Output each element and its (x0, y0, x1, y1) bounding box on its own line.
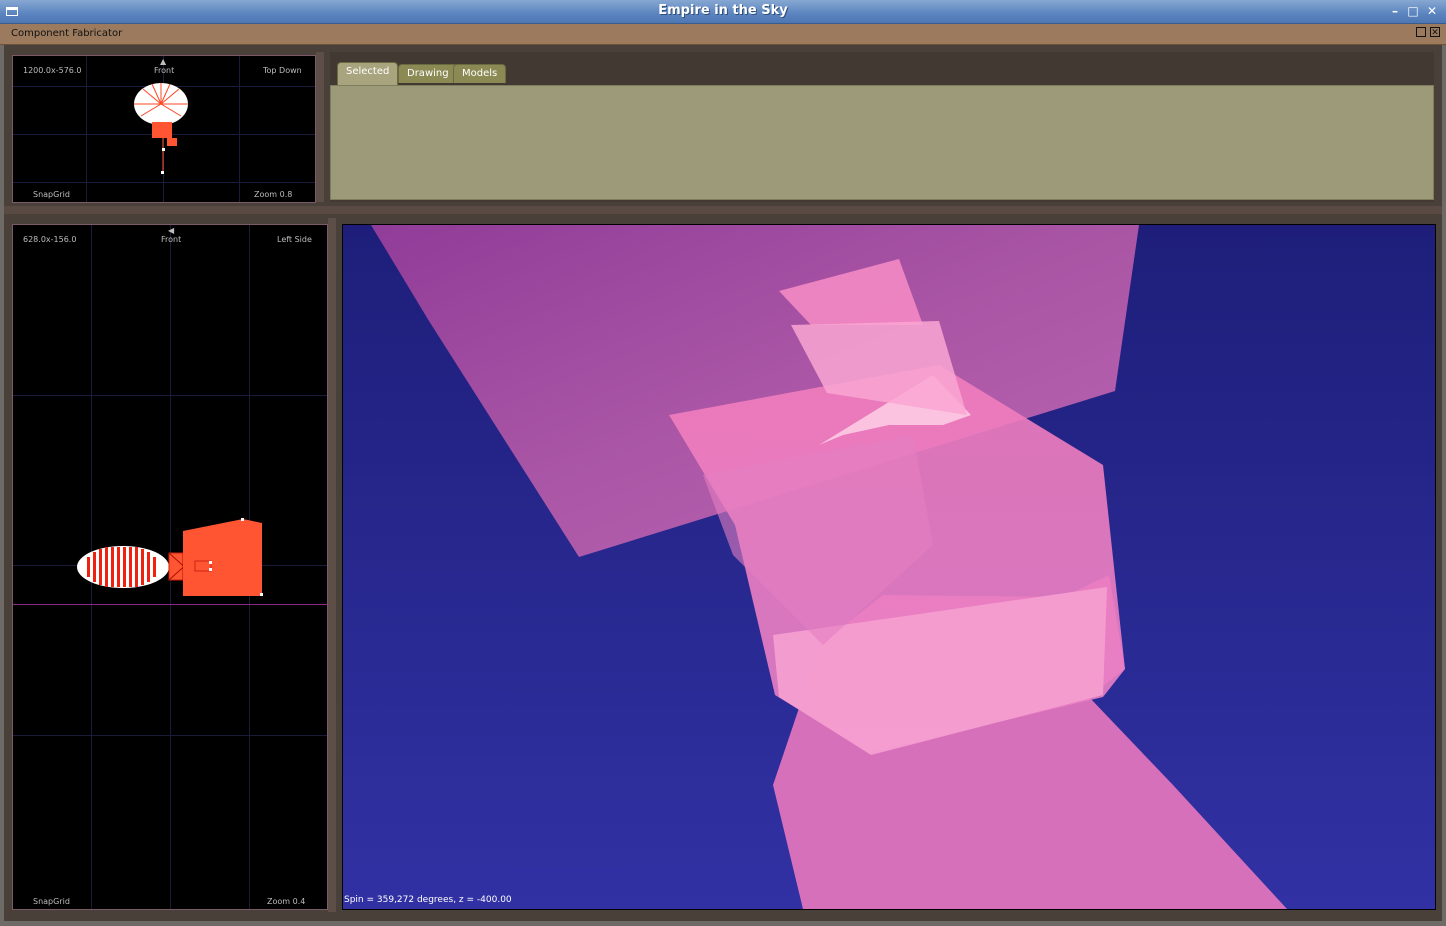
properties-panel: Selected Drawing Models (330, 52, 1434, 202)
viewport-status: Spin = 359,272 degrees, z = -400.00 (344, 895, 512, 905)
tab-selected[interactable]: Selected (337, 62, 399, 85)
inner-close-icon[interactable]: ✕ (1430, 27, 1440, 38)
3d-viewport[interactable] (342, 224, 1436, 910)
top-down-view[interactable]: 1200.0x-576.0 ▲ Front Top Down SnapGrid … (12, 55, 316, 203)
close-icon[interactable]: ✕ (1425, 4, 1439, 18)
top-view-model (134, 83, 188, 174)
inner-window-title: Component Fabricator (11, 28, 123, 39)
tab-models[interactable]: Models (453, 64, 507, 83)
side-view-model (77, 518, 263, 596)
window-title: Empire in the Sky (658, 3, 788, 18)
tab-drawing[interactable]: Drawing (398, 64, 458, 83)
inner-maximize-icon[interactable] (1416, 27, 1426, 37)
top-splitter[interactable] (316, 52, 324, 202)
3d-model-render (343, 225, 1435, 909)
tab-content-area (330, 85, 1434, 200)
maximize-icon[interactable]: □ (1406, 4, 1420, 18)
inner-window-titlebar[interactable]: Component Fabricator ✕ (0, 24, 1446, 45)
minimize-icon[interactable]: – (1388, 4, 1402, 18)
left-side-view[interactable]: 628.0x-156.0 ◀ Front Left Side SnapGrid … (12, 224, 328, 910)
horizontal-splitter[interactable] (4, 206, 1442, 214)
bottom-splitter[interactable] (328, 218, 336, 912)
window-titlebar[interactable]: Empire in the Sky – □ ✕ (0, 0, 1446, 24)
